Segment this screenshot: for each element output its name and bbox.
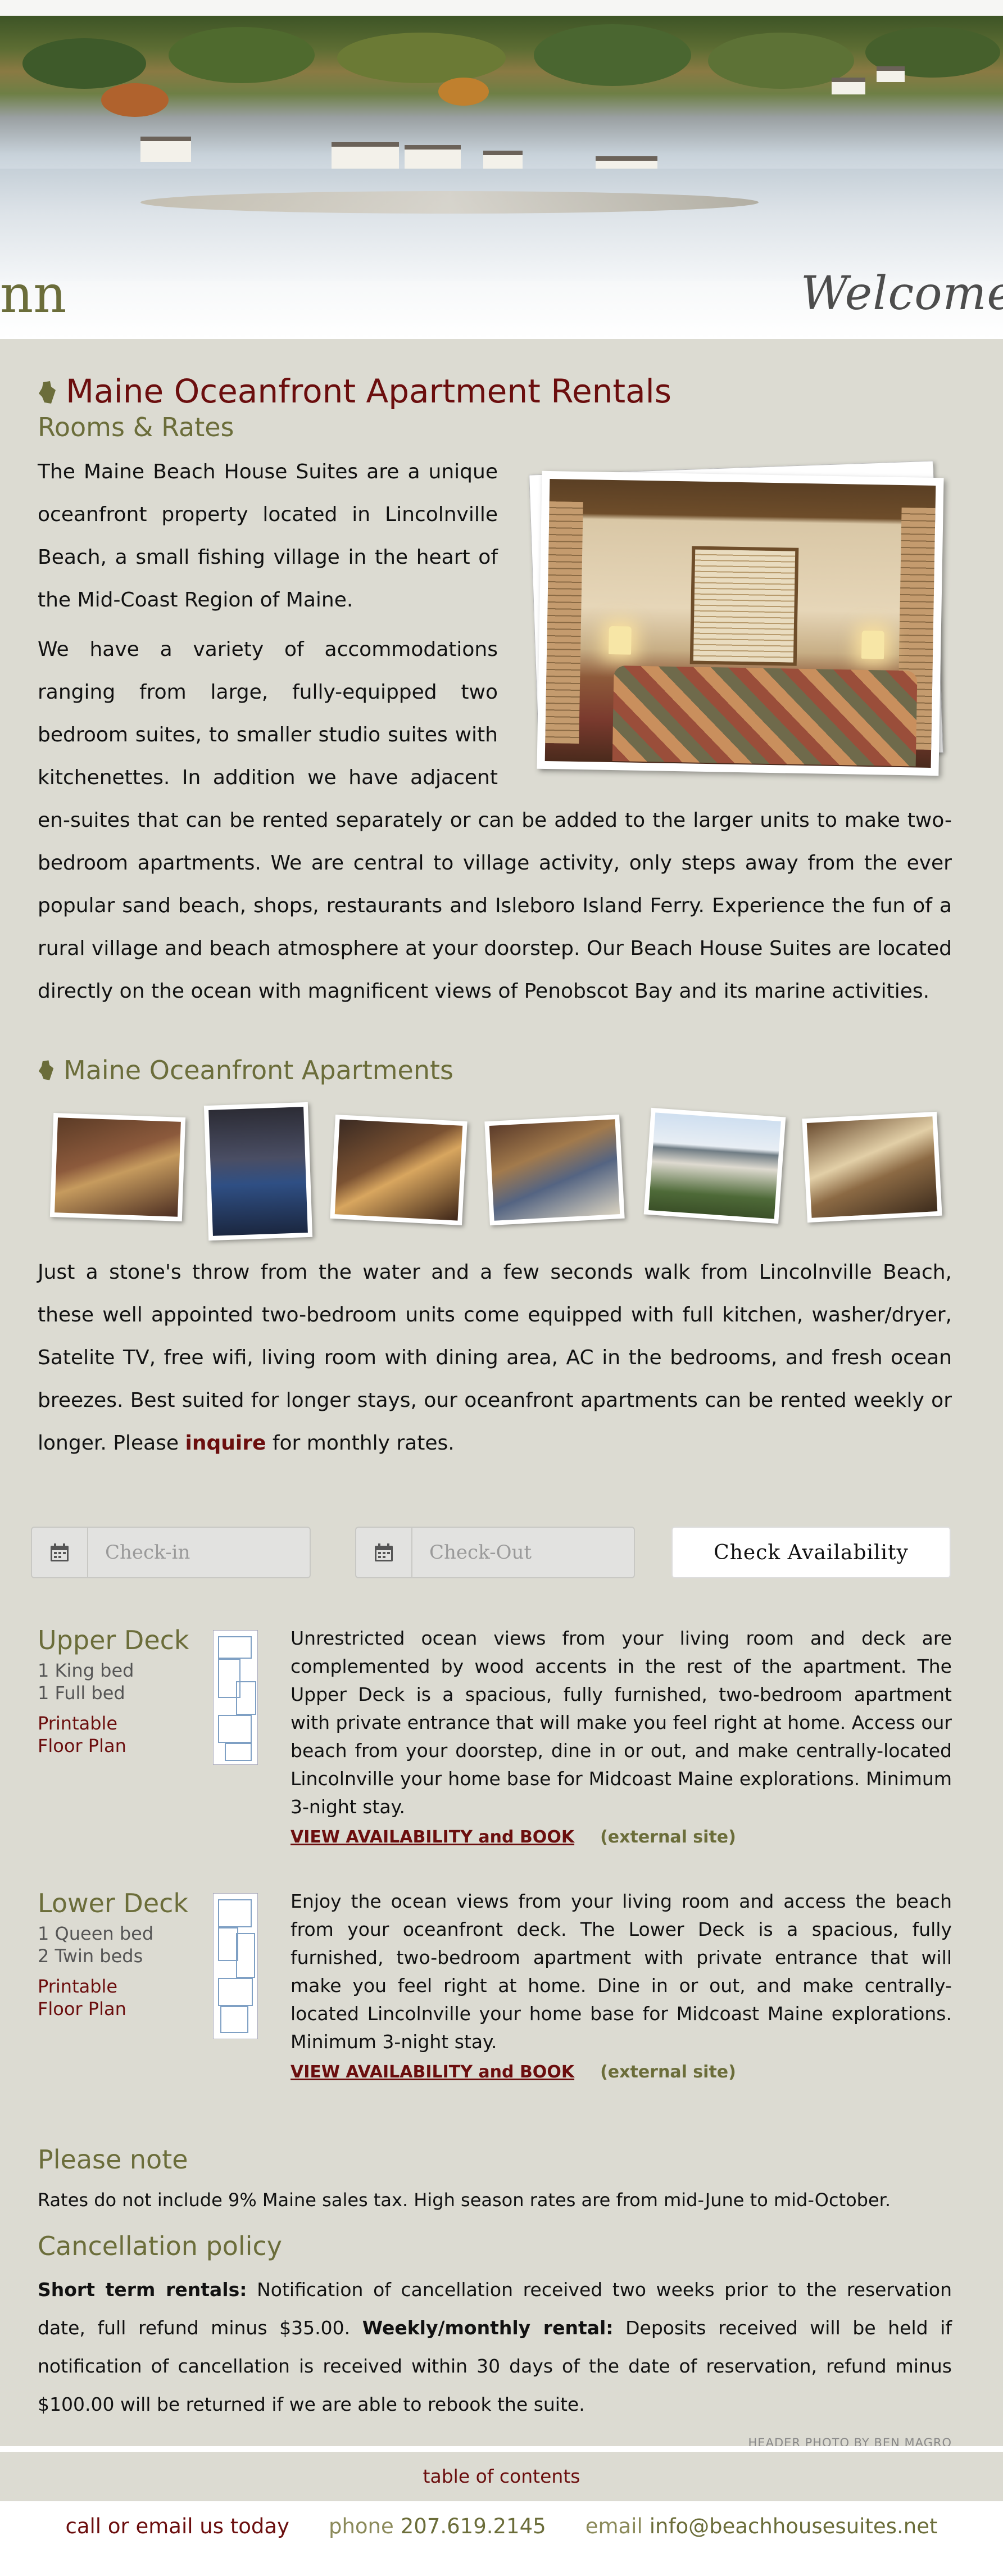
booking-bar: Check-in Check-Out Check Availability xyxy=(31,1527,952,1581)
footer-toc: table of contents xyxy=(0,2452,1003,2501)
maine-leaf-icon xyxy=(38,1060,54,1080)
apartments-description: Just a stone's throw from the water and … xyxy=(38,1251,952,1465)
maine-leaf-icon xyxy=(39,381,56,404)
header-shore xyxy=(140,191,759,214)
email-label: email xyxy=(585,2514,643,2538)
main-content: Maine Oceanfront Apartment Rentals Rooms… xyxy=(31,371,952,2450)
apartments-heading: Maine Oceanfront Apartments xyxy=(38,1053,952,1087)
page-title: Maine Oceanfront Apartment Rentals xyxy=(38,371,952,411)
unit-bed-1: 1 King bed xyxy=(38,1660,134,1681)
gallery-thumbnail[interactable] xyxy=(484,1114,625,1226)
footer-contact: call or email us today phone 207.619.2145 e… xyxy=(0,2501,1003,2576)
photo-gallery xyxy=(38,1098,952,1244)
calendar-icon xyxy=(51,1543,69,1561)
please-note-heading: Please note xyxy=(38,2144,188,2175)
calendar-icon xyxy=(375,1543,393,1561)
external-site-note: (external site) xyxy=(600,2062,736,2082)
checkin-placeholder: Check-in xyxy=(105,1541,190,1564)
short-term-label: Short term rentals: xyxy=(38,2279,247,2301)
gallery-thumbnail[interactable] xyxy=(49,1112,186,1222)
page-title-text: Maine Oceanfront Apartment Rentals xyxy=(66,372,672,410)
call-email-text: call or email us today xyxy=(65,2514,289,2538)
page-subtitle: Rooms & Rates xyxy=(38,412,234,442)
checkout-placeholder: Check-Out xyxy=(429,1541,532,1564)
check-availability-button[interactable]: Check Availability xyxy=(671,1527,951,1578)
printable-floor-plan-link[interactable]: Printable Floor Plan xyxy=(38,1975,212,2020)
header-welcome-text: Welcome xyxy=(801,267,1003,320)
unit-description: Unrestricted ocean views from your livin… xyxy=(291,1627,952,1818)
unit-lower-deck: Lower Deck 1 Queen bed 2 Twin beds Print… xyxy=(38,1887,952,2086)
monthly-label: Weekly/monthly rental: xyxy=(362,2317,614,2339)
floor-plan-thumbnail[interactable] xyxy=(213,1630,258,1765)
notes-section: Please note Rates do not include 9% Main… xyxy=(38,2143,952,2450)
unit-name: Lower Deck xyxy=(38,1888,189,1918)
header-water xyxy=(0,169,1003,281)
unit-upper-deck: Upper Deck 1 King bed 1 Full bed Printab… xyxy=(38,1624,952,1851)
plan-link-line-2: Floor Plan xyxy=(38,1735,126,1756)
phone-label: phone xyxy=(328,2514,394,2538)
gallery-thumbnail[interactable] xyxy=(330,1114,468,1226)
unit-name: Upper Deck xyxy=(38,1625,189,1655)
unit-description: Enjoy the ocean views from your living r… xyxy=(291,1890,952,2053)
please-note-text: Rates do not include 9% Maine sales tax.… xyxy=(38,2189,891,2211)
gallery-thumbnail[interactable] xyxy=(203,1102,313,1241)
inquire-link[interactable]: inquire xyxy=(185,1432,266,1455)
external-site-note: (external site) xyxy=(600,1827,736,1847)
apartments-description-end: for monthly rates. xyxy=(266,1432,455,1455)
apartments-description-text: Just a stone's throw from the water and … xyxy=(38,1261,952,1455)
floor-plan-thumbnail[interactable] xyxy=(213,1893,258,2039)
footer-divider xyxy=(0,2446,1003,2452)
checkout-field[interactable]: Check-Out xyxy=(355,1527,635,1578)
table-of-contents-link[interactable]: table of contents xyxy=(423,2465,580,2487)
printable-floor-plan-link[interactable]: Printable Floor Plan xyxy=(38,1712,212,1757)
email-link[interactable]: info@beachhousesuites.net xyxy=(650,2514,938,2538)
plan-link-line-1: Printable xyxy=(38,1713,118,1734)
bedroom-photo xyxy=(526,460,952,778)
cancellation-heading: Cancellation policy xyxy=(38,2231,282,2261)
header-inn-text: nn xyxy=(0,264,67,324)
unit-bed-1: 1 Queen bed xyxy=(38,1923,154,1944)
view-availability-book-link[interactable]: VIEW AVAILABILITY and BOOK xyxy=(291,1827,574,1847)
phone-number-link[interactable]: 207.619.2145 xyxy=(401,2514,546,2538)
plan-link-line-1: Printable xyxy=(38,1976,118,1997)
apartments-heading-text: Maine Oceanfront Apartments xyxy=(63,1055,453,1085)
plan-link-line-2: Floor Plan xyxy=(38,1998,126,2020)
header-banner: nn Welcome xyxy=(0,0,1003,339)
cancellation-text: Short term rentals: Notification of canc… xyxy=(38,2271,952,2424)
gallery-thumbnail[interactable] xyxy=(643,1107,786,1224)
view-availability-book-link[interactable]: VIEW AVAILABILITY and BOOK xyxy=(291,2062,574,2082)
gallery-thumbnail[interactable] xyxy=(802,1111,942,1223)
unit-bed-2: 1 Full bed xyxy=(38,1682,125,1704)
unit-bed-2: 2 Twin beds xyxy=(38,1945,143,1967)
checkin-field[interactable]: Check-in xyxy=(31,1527,311,1578)
